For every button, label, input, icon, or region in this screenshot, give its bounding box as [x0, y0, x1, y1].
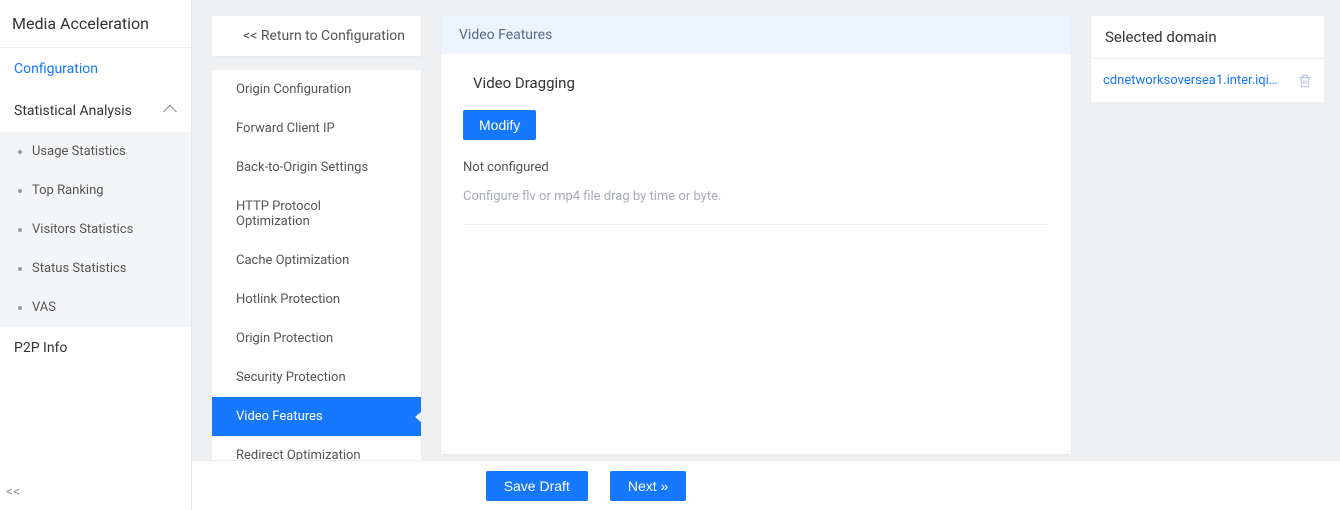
config-item-cache-optimization[interactable]: Cache Optimization [212, 241, 421, 280]
config-nav: << Return to Configuration Origin Config… [212, 16, 421, 510]
selected-domain-header: Selected domain [1091, 16, 1324, 59]
save-draft-button[interactable]: Save Draft [486, 471, 588, 501]
main-panel: Video Features Video Dragging Modify Not… [441, 16, 1071, 454]
sidebar-item-top-ranking[interactable]: Top Ranking [0, 171, 191, 210]
return-to-configuration-button[interactable]: << Return to Configuration [212, 16, 421, 56]
panel-body: Video Dragging Modify Not configured Con… [441, 54, 1071, 245]
config-item-origin-protection[interactable]: Origin Protection [212, 319, 421, 358]
next-button[interactable]: Next » [610, 471, 686, 501]
left-sidebar: Media Acceleration Configuration Statist… [0, 0, 192, 510]
sidebar-item-label: Visitors Statistics [32, 222, 133, 237]
config-item-forward-client-ip[interactable]: Forward Client IP [212, 109, 421, 148]
sidebar-item-visitors-statistics[interactable]: Visitors Statistics [0, 210, 191, 249]
footer-bar: Save Draft Next » [192, 460, 1340, 510]
sidebar-item-configuration[interactable]: Configuration [0, 48, 191, 90]
page-title: Media Acceleration [0, 0, 191, 48]
sidebar-item-label: P2P Info [14, 340, 67, 356]
collapse-sidebar-icon[interactable]: << [6, 484, 26, 504]
sidebar-item-label: Top Ranking [32, 183, 104, 198]
config-item-http-protocol-optimization[interactable]: HTTP Protocol Optimization [212, 187, 421, 241]
config-item-security-protection[interactable]: Security Protection [212, 358, 421, 397]
sidebar-item-statistical-analysis[interactable]: Statistical Analysis [0, 90, 191, 132]
chevron-up-icon [163, 105, 177, 119]
selected-domain-body: cdnetworksoversea1.inter.iqiyi.... [1091, 59, 1324, 102]
selected-domain-card: Selected domain cdnetworksoversea1.inter… [1091, 16, 1324, 102]
config-item-origin-configuration[interactable]: Origin Configuration [212, 70, 421, 109]
sidebar-item-p2p-info[interactable]: P2P Info [0, 327, 191, 369]
status-text: Not configured [463, 160, 1049, 175]
sidebar-item-label: Statistical Analysis [14, 103, 132, 119]
sidebar-item-label: Usage Statistics [32, 144, 126, 159]
bullet-icon [18, 267, 22, 271]
bullet-icon [18, 228, 22, 232]
bullet-icon [18, 306, 22, 310]
sidebar-item-label: Status Statistics [32, 261, 127, 276]
bullet-icon [18, 189, 22, 193]
sidebar-subgroup-stats: Usage Statistics Top Ranking Visitors St… [0, 132, 191, 327]
bullet-icon [18, 150, 22, 154]
selected-domain-panel: Selected domain cdnetworksoversea1.inter… [1091, 16, 1324, 510]
sidebar-item-vas[interactable]: VAS [0, 288, 191, 327]
selected-domain-link[interactable]: cdnetworksoversea1.inter.iqiyi.... [1103, 73, 1283, 88]
config-item-hotlink-protection[interactable]: Hotlink Protection [212, 280, 421, 319]
panel-header: Video Features [441, 16, 1071, 54]
sidebar-item-label: Configuration [14, 61, 98, 77]
sidebar-item-status-statistics[interactable]: Status Statistics [0, 249, 191, 288]
modify-button[interactable]: Modify [463, 110, 536, 140]
sidebar-item-usage-statistics[interactable]: Usage Statistics [0, 132, 191, 171]
center-area: << Return to Configuration Origin Config… [192, 0, 1340, 510]
section-title-video-dragging: Video Dragging [463, 74, 1049, 92]
config-list: Origin Configuration Forward Client IP B… [212, 70, 421, 475]
sidebar-item-label: VAS [32, 300, 56, 315]
trash-icon[interactable] [1298, 74, 1312, 88]
config-item-video-features[interactable]: Video Features [212, 397, 421, 436]
config-item-back-to-origin-settings[interactable]: Back-to-Origin Settings [212, 148, 421, 187]
hint-text: Configure flv or mp4 file drag by time o… [463, 189, 1049, 225]
